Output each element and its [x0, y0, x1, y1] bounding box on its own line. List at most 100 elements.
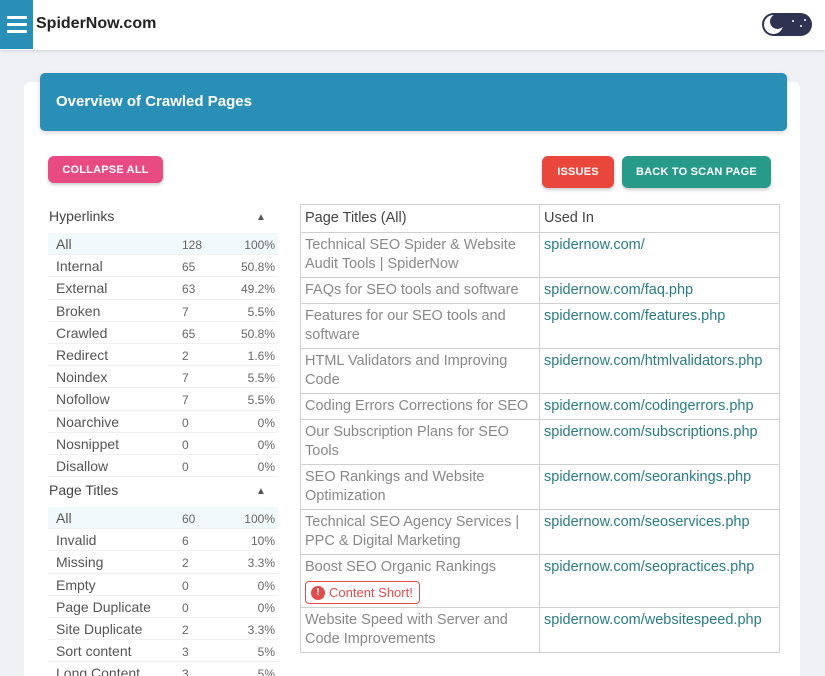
- stat-row[interactable]: Disallow 0 0%: [48, 455, 278, 478]
- used-in-link[interactable]: spidernow.com/seorankings.php: [539, 464, 780, 510]
- page-title-cell: FAQs for SEO tools and software: [300, 277, 540, 304]
- stat-label: Noarchive: [56, 413, 120, 430]
- page-title-cell: Features for our SEO tools and software: [300, 303, 540, 349]
- issues-button[interactable]: ISSUES: [542, 156, 614, 188]
- used-in-link[interactable]: spidernow.com/features.php: [539, 303, 780, 349]
- chevron-up-icon[interactable]: ▲: [256, 212, 266, 223]
- stat-percent: 1.6%: [247, 348, 275, 363]
- stat-row[interactable]: Invalid 6 10%: [48, 529, 278, 552]
- stat-label: Noindex: [56, 369, 108, 386]
- top-bar: SpiderNow.com: [0, 0, 825, 50]
- page-title-cell: Our Subscription Plans for SEO Tools: [300, 419, 540, 465]
- stat-percent: 3.3%: [247, 556, 275, 571]
- page-titles-stats: All 60 100% Invalid 6 10% Missing 2 3.3% Empty 0 0%…: [48, 507, 278, 676]
- table-row: SEO Rankings and Website Optimization spi…: [300, 464, 780, 510]
- column-header-used-in[interactable]: Used In: [539, 204, 780, 233]
- page-header: Overview of Crawled Pages: [40, 73, 787, 131]
- stat-percent: 5%: [257, 667, 275, 676]
- used-in-link[interactable]: spidernow.com/seoservices.php: [539, 509, 780, 555]
- used-in-link[interactable]: spidernow.com/htmlvalidators.php: [539, 348, 780, 394]
- stat-label: Nosnippet: [56, 435, 120, 452]
- stat-count: 3: [182, 645, 189, 660]
- used-in-link[interactable]: spidernow.com/faq.php: [539, 277, 780, 304]
- hamburger-menu-icon[interactable]: [0, 0, 33, 49]
- stat-percent: 3.3%: [247, 622, 275, 637]
- stat-row[interactable]: All 60 100%: [48, 507, 278, 530]
- chevron-up-icon[interactable]: ▲: [256, 486, 266, 497]
- stat-row[interactable]: Noindex 7 5.5%: [48, 366, 278, 389]
- used-in-link[interactable]: spidernow.com/: [539, 232, 780, 278]
- stat-label: Invalid: [56, 532, 97, 549]
- table-row: Coding Errors Corrections for SEO spidern…: [300, 393, 780, 420]
- stat-row[interactable]: Redirect 2 1.6%: [48, 344, 278, 367]
- page-title-text: FAQs for SEO tools and software: [305, 282, 519, 298]
- stat-row[interactable]: Noarchive 0 0%: [48, 411, 278, 433]
- page-title-text: HTML Validators and Improving Code: [305, 353, 508, 388]
- stat-label: Crawled: [56, 324, 108, 341]
- page-titles-section-title[interactable]: Page Titles: [49, 482, 118, 498]
- stat-row[interactable]: External 63 49.2%: [48, 277, 278, 300]
- stat-percent: 0%: [257, 415, 275, 430]
- hyperlinks-section-title[interactable]: Hyperlinks: [49, 208, 114, 224]
- brand-logo[interactable]: SpiderNow.com: [36, 15, 156, 33]
- stat-percent: 5.5%: [247, 393, 275, 408]
- moon-icon: [764, 14, 785, 34]
- used-in-link[interactable]: spidernow.com/seopractices.php: [539, 554, 780, 608]
- stat-row[interactable]: Crawled 65 50.8%: [48, 322, 278, 344]
- page-title-text: Boost SEO Organic Rankings: [305, 559, 497, 575]
- page-titles-table: Page Titles (All) Used In Technical SEO …: [300, 204, 780, 653]
- stat-count: 0: [182, 437, 189, 452]
- stat-percent: 50.8%: [240, 260, 275, 275]
- hyperlinks-stats: All 128 100% Internal 65 50.8% External 63 49.2%…: [48, 233, 278, 478]
- page-title-text: SEO Rankings and Website Optimization: [305, 469, 485, 504]
- stat-label: Redirect: [56, 346, 109, 363]
- stat-label: Nofollow: [56, 391, 110, 408]
- stat-label: All: [56, 236, 72, 252]
- page-title-cell: Website Speed with Server and Code Impro…: [300, 607, 540, 653]
- stat-percent: 0%: [257, 437, 275, 452]
- stat-count: 7: [182, 304, 189, 319]
- table-row: Boost SEO Organic Rankings ! Content Short…: [300, 554, 780, 608]
- stat-row[interactable]: Long Content 3 5%: [48, 662, 278, 676]
- stat-count: 65: [182, 326, 196, 341]
- used-in-link[interactable]: spidernow.com/codingerrors.php: [539, 393, 780, 420]
- stat-percent: 0%: [257, 459, 275, 474]
- page-title: Overview of Crawled Pages: [56, 93, 252, 110]
- used-in-link[interactable]: spidernow.com/websitespeed.php: [539, 607, 780, 653]
- stat-row[interactable]: Sort content 3 5%: [48, 640, 278, 663]
- table-row: Our Subscription Plans for SEO Tools spid…: [300, 419, 780, 465]
- stat-label: Broken: [56, 302, 101, 319]
- stat-row[interactable]: Nofollow 7 5.5%: [48, 388, 278, 411]
- page-title-text: Technical SEO Agency Services | PPC & Di…: [305, 514, 520, 549]
- used-in-link[interactable]: spidernow.com/subscriptions.php: [539, 419, 780, 465]
- stat-count: 2: [182, 348, 189, 363]
- stat-row[interactable]: Nosnippet 0 0%: [48, 433, 278, 455]
- stat-row[interactable]: Missing 2 3.3%: [48, 551, 278, 574]
- stat-row[interactable]: Empty 0 0%: [48, 574, 278, 596]
- stat-row[interactable]: Site Duplicate 2 3.3%: [48, 618, 278, 641]
- stat-percent: 5.5%: [247, 304, 275, 319]
- stat-row[interactable]: Internal 65 50.8%: [48, 255, 278, 278]
- stat-percent: 100%: [244, 512, 275, 526]
- stat-row[interactable]: Broken 7 5.5%: [48, 300, 278, 322]
- stat-row[interactable]: Page Duplicate 0 0%: [48, 596, 278, 618]
- stat-label: Long Content: [56, 665, 141, 676]
- stat-count: 6: [182, 534, 189, 549]
- stat-percent: 5%: [257, 645, 275, 660]
- stat-label: Empty: [56, 576, 96, 593]
- alert-icon: !: [311, 585, 325, 600]
- stat-count: 65: [182, 260, 196, 275]
- back-to-scan-button[interactable]: BACK TO SCAN PAGE: [622, 156, 771, 188]
- stat-label: Site Duplicate: [56, 620, 143, 637]
- collapse-all-button[interactable]: COLLAPSE ALL: [48, 156, 163, 183]
- page-title-cell: SEO Rankings and Website Optimization: [300, 464, 540, 510]
- dark-mode-toggle[interactable]: [762, 13, 812, 36]
- column-header-page-titles[interactable]: Page Titles (All): [300, 204, 540, 233]
- stat-count: 7: [182, 371, 189, 386]
- page-title-cell: HTML Validators and Improving Code: [300, 348, 540, 394]
- stat-percent: 100%: [244, 238, 275, 252]
- stat-count: 128: [182, 238, 203, 252]
- content-short-badge[interactable]: ! Content Short!: [305, 581, 420, 604]
- stat-row[interactable]: All 128 100%: [48, 233, 278, 256]
- star-icon: [804, 19, 806, 21]
